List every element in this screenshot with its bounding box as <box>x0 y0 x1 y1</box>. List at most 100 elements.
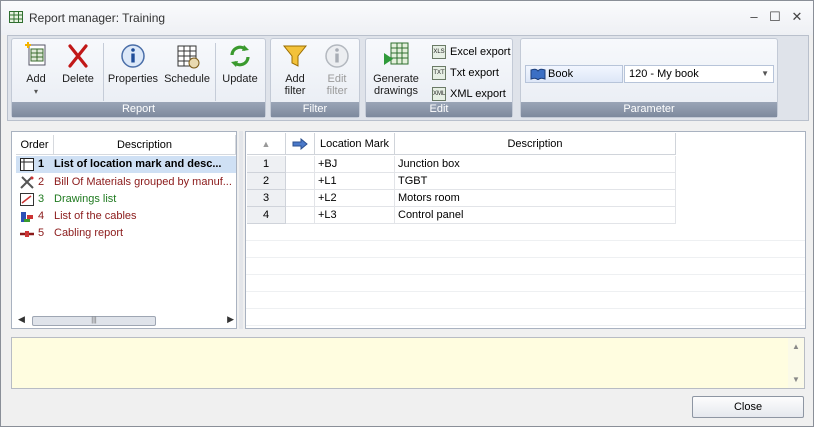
table-icon <box>9 11 23 23</box>
horizontal-scrollbar[interactable]: ◀ ||| ▶ <box>16 314 236 328</box>
report-description: Cabling report <box>54 227 124 239</box>
delete-x-icon <box>68 44 88 68</box>
add-dropdown-icon[interactable]: ▾ <box>34 87 38 96</box>
row-number: 4 <box>247 207 286 224</box>
row-number: 3 <box>247 190 286 207</box>
edit-group-label: Edit <box>366 102 512 117</box>
add-filter-label-2: filter <box>284 85 306 97</box>
report-description: Drawings list <box>54 193 117 205</box>
ribbon-separator <box>103 43 104 101</box>
properties-button[interactable]: Properties <box>106 41 160 85</box>
row-selector-cell <box>286 156 315 173</box>
parameter-group-label: Parameter <box>521 102 777 117</box>
row-selector-cell <box>286 190 315 207</box>
report-list-panel: Order Description 1 List of location mar… <box>11 131 237 329</box>
refresh-icon <box>230 45 250 67</box>
table-row[interactable]: 3 +L2 Motors room <box>246 190 806 207</box>
filter-group-label: Filter <box>271 102 359 117</box>
description-header[interactable]: Description <box>395 133 676 155</box>
edit-group: Generate drawings XLS Excel export TXT T… <box>365 38 513 118</box>
filter-group: Add filter Edit filter Filter <box>270 38 360 118</box>
panel-splitter[interactable] <box>239 131 243 329</box>
location-mark-cell[interactable]: +L3 <box>315 207 395 224</box>
book-select-value: 120 - My book <box>629 68 699 80</box>
report-group: Add ▾ Delete Properties Schedule Update … <box>11 38 266 118</box>
parameter-group: Book 120 - My book ▼ Parameter <box>520 38 778 118</box>
add-filter-button[interactable]: Add filter <box>275 41 315 97</box>
report-description: List of the cables <box>54 210 137 222</box>
maximize-button[interactable]: ☐ <box>766 9 784 25</box>
book-label-text: Book <box>548 68 574 80</box>
add-button-label: Add <box>26 73 46 85</box>
minimize-button[interactable]: – <box>745 9 763 25</box>
ribbon-separator <box>215 43 216 101</box>
delete-button-label: Delete <box>62 73 94 85</box>
description-cell[interactable]: TGBT <box>395 173 676 190</box>
xml-export-label: XML export <box>450 88 506 100</box>
schedule-button[interactable]: Schedule <box>162 41 212 85</box>
schedule-calendar-icon <box>177 45 200 69</box>
row-number: 1 <box>247 156 286 173</box>
report-row-4[interactable]: 4 List of the cables <box>16 208 236 225</box>
delete-button[interactable]: Delete <box>58 41 98 85</box>
update-button-label: Update <box>222 73 258 85</box>
report-group-label: Report <box>12 102 265 117</box>
filter-funnel-icon <box>282 45 308 67</box>
generate-label-1: Generate <box>373 73 419 85</box>
scroll-left-icon[interactable]: ◀ <box>18 314 25 325</box>
row-selector-header[interactable] <box>286 133 315 155</box>
grid-empty-area <box>246 224 805 328</box>
report-order: 1 <box>38 158 45 170</box>
table-report-icon <box>20 158 34 171</box>
sort-indicator[interactable]: ▲ <box>247 133 286 155</box>
book-parameter-label: Book <box>525 65 623 83</box>
close-window-button[interactable]: ✕ <box>788 9 806 25</box>
window-title: Report manager: Training <box>29 11 166 25</box>
location-mark-cell[interactable]: +L2 <box>315 190 395 207</box>
location-mark-cell[interactable]: +L1 <box>315 173 395 190</box>
description-column-header[interactable]: Description <box>54 135 236 155</box>
cable-report-icon <box>20 231 34 237</box>
xml-file-icon: XML <box>432 87 446 101</box>
info-icon <box>121 44 145 68</box>
report-order: 2 <box>38 176 45 188</box>
report-row-5[interactable]: 5 Cabling report <box>16 225 236 242</box>
description-cell[interactable]: Control panel <box>395 207 676 224</box>
location-mark-cell[interactable]: +BJ <box>315 156 395 173</box>
excel-file-icon: XLS <box>432 45 446 59</box>
report-row-3[interactable]: 3 Drawings list <box>16 191 236 208</box>
row-selector-cell <box>286 207 315 224</box>
location-mark-header[interactable]: Location Mark <box>315 133 395 155</box>
cables-icon <box>21 212 33 222</box>
close-button[interactable]: Close <box>692 396 804 418</box>
report-description: List of location mark and desc... <box>54 158 222 170</box>
location-grid: ▲ Location Mark Description 1 +BJ Juncti… <box>245 131 806 329</box>
update-button[interactable]: Update <box>218 41 262 85</box>
add-button[interactable]: Add ▾ <box>16 41 56 98</box>
description-cell[interactable]: Junction box <box>395 156 676 173</box>
report-notes-area[interactable]: ▲ ▼ <box>11 337 805 389</box>
report-row-1[interactable]: 1 List of location mark and desc... <box>16 156 236 173</box>
report-row-2[interactable]: 2 Bill Of Materials grouped by manuf... <box>16 174 236 191</box>
drawing-icon <box>20 193 34 206</box>
order-column-header[interactable]: Order <box>16 135 54 155</box>
book-select[interactable]: 120 - My book ▼ <box>624 65 774 83</box>
scroll-thumb[interactable]: ||| <box>32 316 156 326</box>
edit-filter-label-1: Edit <box>327 73 347 85</box>
table-row[interactable]: 2 +L1 TGBT <box>246 173 806 190</box>
scroll-up-icon[interactable]: ▲ <box>792 342 800 351</box>
description-cell[interactable]: Motors room <box>395 190 676 207</box>
table-row[interactable]: 1 +BJ Junction box <box>246 156 806 173</box>
row-selector-cell <box>286 173 315 190</box>
book-icon <box>530 68 546 80</box>
report-description: Bill Of Materials grouped by manuf... <box>54 176 232 188</box>
chevron-down-icon[interactable]: ▼ <box>761 66 769 82</box>
generate-drawings-button[interactable]: Generate drawings <box>368 41 424 97</box>
scroll-right-icon[interactable]: ▶ <box>227 314 234 325</box>
table-row[interactable]: 4 +L3 Control panel <box>246 207 806 224</box>
add-document-icon <box>25 42 46 66</box>
scroll-down-icon[interactable]: ▼ <box>792 375 800 384</box>
txt-export-label: Txt export <box>450 67 499 79</box>
edit-filter-button[interactable]: Edit filter <box>317 41 357 97</box>
notes-scrollbar[interactable]: ▲ ▼ <box>788 338 804 388</box>
